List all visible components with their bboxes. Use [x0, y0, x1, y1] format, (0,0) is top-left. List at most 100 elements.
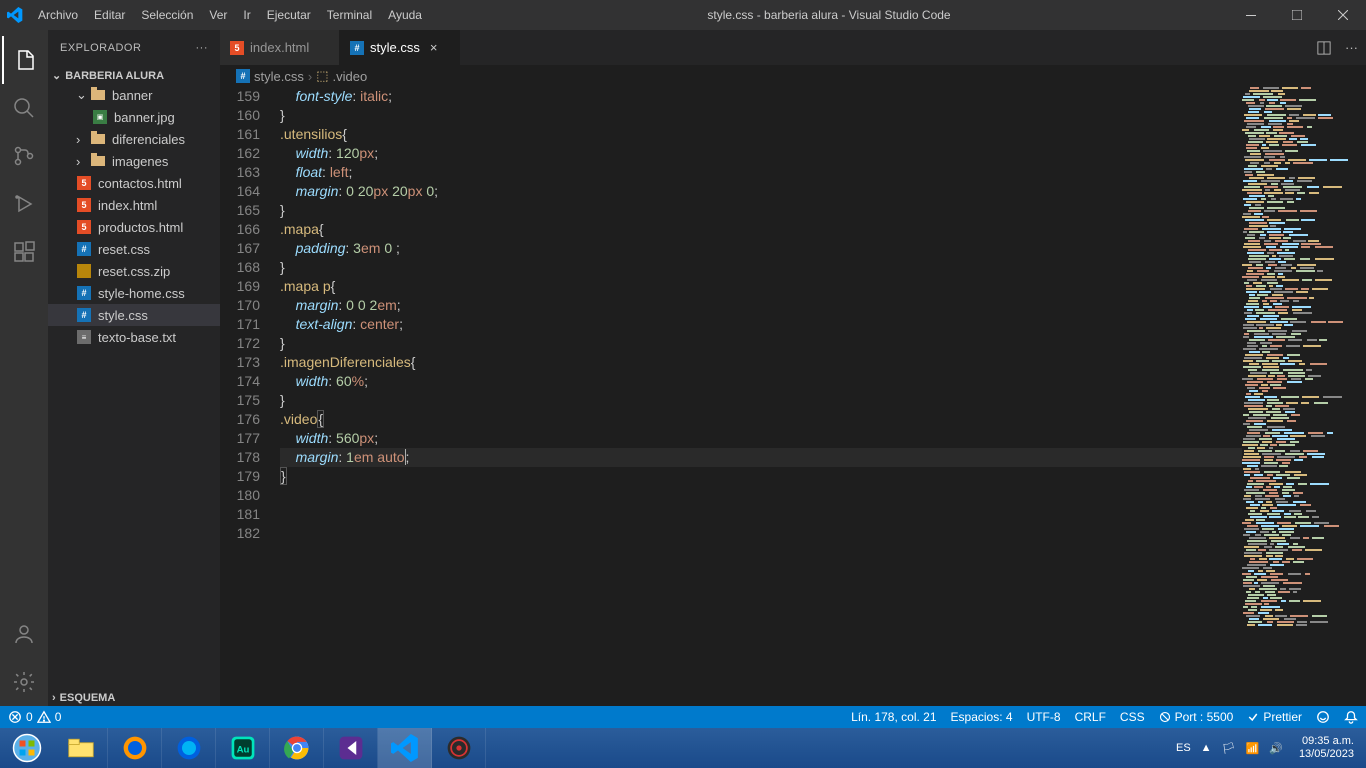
file-style-css[interactable]: # style.css	[48, 304, 220, 326]
menu-ejecutar[interactable]: Ejecutar	[259, 8, 319, 22]
settings-icon[interactable]	[0, 658, 48, 706]
css-file-icon: #	[76, 308, 92, 322]
menu-ir[interactable]: Ir	[235, 8, 258, 22]
close-tab-icon[interactable]: ×	[430, 40, 438, 55]
tree-label: imagenes	[112, 154, 168, 169]
explorer-icon[interactable]	[2, 36, 48, 84]
tab-style-css[interactable]: # style.css ×	[340, 30, 460, 65]
html-file-icon: 5	[76, 220, 92, 234]
file-productos-html[interactable]: 5 productos.html	[48, 216, 220, 238]
breadcrumb[interactable]: # style.css › ⬚ .video	[220, 65, 1366, 87]
account-icon[interactable]	[0, 610, 48, 658]
taskbar-visualstudio[interactable]	[324, 728, 378, 768]
status-position[interactable]: Lín. 178, col. 21	[851, 710, 936, 724]
folder-icon	[90, 134, 106, 144]
tray-show-hidden-icon[interactable]: ▲	[1201, 742, 1212, 754]
tree-label: contactos.html	[98, 176, 182, 191]
css-file-icon: #	[236, 69, 250, 83]
esquema-header[interactable]: › ESQUEMA	[48, 690, 220, 706]
taskbar-app[interactable]	[432, 728, 486, 768]
menu-archivo[interactable]: Archivo	[30, 8, 86, 22]
code-content[interactable]: font-style: italic; } .utensilios{ width…	[280, 87, 1366, 706]
tree-label: banner.jpg	[114, 110, 175, 125]
breadcrumb-file[interactable]: style.css	[254, 69, 304, 84]
start-button[interactable]	[0, 728, 54, 768]
folder-icon	[90, 90, 106, 100]
more-actions-icon[interactable]: ···	[1345, 40, 1358, 55]
debug-icon[interactable]	[0, 180, 48, 228]
file-banner-jpg[interactable]: ▣ banner.jpg	[48, 106, 220, 128]
tray-volume-icon[interactable]: 🔊	[1269, 742, 1283, 755]
scrollbar-vertical[interactable]	[1352, 87, 1366, 706]
tab-index-html[interactable]: 5 index.html	[220, 30, 340, 65]
tree-label: index.html	[98, 198, 157, 213]
menu-editar[interactable]: Editar	[86, 8, 133, 22]
folder-diferenciales[interactable]: › diferenciales	[48, 128, 220, 150]
menu-ayuda[interactable]: Ayuda	[380, 8, 430, 22]
folder-icon	[90, 156, 106, 166]
file-contactos-html[interactable]: 5 contactos.html	[48, 172, 220, 194]
status-port[interactable]: Port : 5500	[1159, 710, 1234, 724]
editor: 5 index.html # style.css × ··· # style.c…	[220, 30, 1366, 706]
titlebar: Archivo Editar Selección Ver Ir Ejecutar…	[0, 0, 1366, 30]
tray-network-icon[interactable]: 📶	[1246, 742, 1260, 755]
esquema-label: ESQUEMA	[60, 692, 116, 704]
minimap[interactable]	[1242, 87, 1352, 706]
taskbar-audition[interactable]: Au	[216, 728, 270, 768]
status-errors[interactable]: 0 0	[8, 710, 61, 724]
file-index-html[interactable]: 5 index.html	[48, 194, 220, 216]
tree-label: diferenciales	[112, 132, 185, 147]
close-button[interactable]	[1320, 0, 1366, 30]
taskbar-firefox-dev[interactable]	[162, 728, 216, 768]
menu-terminal[interactable]: Terminal	[319, 8, 380, 22]
tree-label: banner	[112, 88, 152, 103]
file-reset-css[interactable]: # reset.css	[48, 238, 220, 260]
minimize-button[interactable]	[1228, 0, 1274, 30]
chevron-down-icon: ⌄	[52, 69, 61, 82]
chevron-right-icon: ›	[76, 132, 88, 147]
tray-action-center-icon[interactable]: 🏳	[1222, 742, 1236, 755]
extensions-icon[interactable]	[0, 228, 48, 276]
code-area[interactable]: 1591601611621631641651661671681691701711…	[220, 87, 1366, 706]
html-file-icon: 5	[76, 176, 92, 190]
statusbar: 0 0 Lín. 178, col. 21 Espacios: 4 UTF-8 …	[0, 706, 1366, 728]
taskbar-firefox[interactable]	[108, 728, 162, 768]
tab-label: index.html	[250, 40, 309, 55]
source-control-icon[interactable]	[0, 132, 48, 180]
status-bell-icon[interactable]	[1344, 710, 1358, 724]
taskbar-vscode[interactable]	[378, 728, 432, 768]
split-editor-icon[interactable]	[1317, 41, 1331, 55]
windows-taskbar: Au ES ▲ 🏳 📶 🔊 09:35 a.m. 13/05/2023	[0, 728, 1366, 768]
status-language[interactable]: CSS	[1120, 710, 1145, 724]
folder-banner[interactable]: ⌄ banner	[48, 84, 220, 106]
status-prettier[interactable]: Prettier	[1247, 710, 1302, 724]
html-file-icon: 5	[76, 198, 92, 212]
file-reset-zip[interactable]: reset.css.zip	[48, 260, 220, 282]
sidebar-more-icon[interactable]: ···	[196, 42, 209, 54]
status-encoding[interactable]: UTF-8	[1027, 710, 1061, 724]
file-texto-base-txt[interactable]: ≡ texto-base.txt	[48, 326, 220, 348]
status-feedback-icon[interactable]	[1316, 710, 1330, 724]
menu-ver[interactable]: Ver	[201, 8, 235, 22]
maximize-button[interactable]	[1274, 0, 1320, 30]
breadcrumb-symbol[interactable]: .video	[332, 69, 367, 84]
vscode-logo-icon	[0, 7, 30, 23]
text-file-icon: ≡	[76, 330, 92, 344]
menu-seleccion[interactable]: Selección	[133, 8, 201, 22]
taskbar-chrome[interactable]	[270, 728, 324, 768]
tray-language[interactable]: ES	[1176, 742, 1191, 754]
status-spaces[interactable]: Espacios: 4	[951, 710, 1013, 724]
status-eol[interactable]: CRLF	[1075, 710, 1106, 724]
chevron-right-icon: ›	[52, 692, 56, 704]
taskbar-file-explorer[interactable]	[54, 728, 108, 768]
file-style-home-css[interactable]: # style-home.css	[48, 282, 220, 304]
search-icon[interactable]	[0, 84, 48, 132]
project-header[interactable]: ⌄ BARBERIA ALURA	[48, 67, 220, 84]
folder-imagenes[interactable]: › imagenes	[48, 150, 220, 172]
css-file-icon: #	[76, 242, 92, 256]
tree-label: productos.html	[98, 220, 183, 235]
gutter: 1591601611621631641651661671681691701711…	[220, 87, 280, 706]
chevron-down-icon: ⌄	[76, 87, 88, 103]
tree-label: reset.css	[98, 242, 150, 257]
tray-clock[interactable]: 09:35 a.m. 13/05/2023	[1293, 735, 1360, 761]
